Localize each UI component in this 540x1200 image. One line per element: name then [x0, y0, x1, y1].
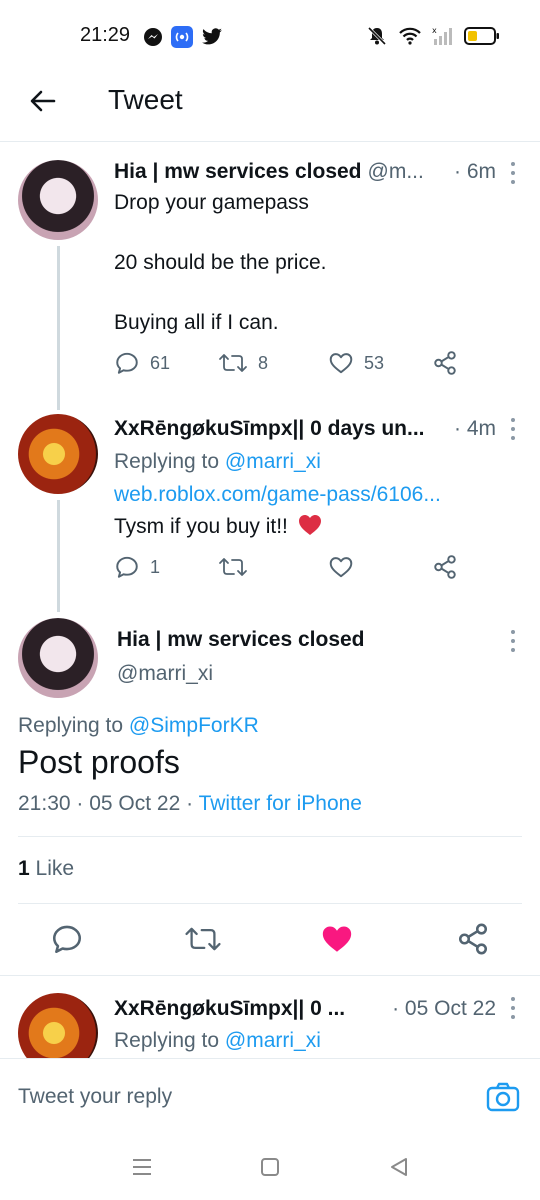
- tweet-header: Hia | mw services closed @m... · 6m: [114, 158, 522, 186]
- main-user-handle[interactable]: @marri_xi: [117, 662, 213, 686]
- back-triangle-icon[interactable]: [386, 1154, 412, 1180]
- like-filled-icon[interactable]: [320, 922, 354, 956]
- display-name[interactable]: XxRēngøkuSīmpx|| 0 ...: [114, 997, 345, 1021]
- red-heart-emoji-icon: [298, 515, 321, 535]
- more-options-icon[interactable]: [510, 630, 516, 652]
- like-icon: [329, 353, 353, 374]
- menu-icon[interactable]: [129, 1154, 155, 1180]
- main-tweet-text: Post proofs: [18, 744, 180, 780]
- like-total-label: Like: [35, 857, 75, 880]
- tweet-actions: 61 8 53: [114, 350, 464, 380]
- svg-text:x: x: [432, 26, 437, 35]
- thread-tweet[interactable]: XxRēngøkuSīmpx|| 0 days un... · 4m Reply…: [0, 410, 540, 600]
- main-tweet-actions: [0, 918, 540, 962]
- avatar[interactable]: [18, 993, 98, 1058]
- retweet-button[interactable]: 8: [218, 350, 268, 376]
- reply-icon: [116, 556, 138, 578]
- display-name[interactable]: Hia | mw services closed: [114, 160, 362, 184]
- reply-input[interactable]: Tweet your reply: [18, 1085, 172, 1109]
- status-time: 21:29: [80, 24, 131, 46]
- twitter-bird-icon: [202, 28, 222, 45]
- replying-label: Replying to: [114, 450, 220, 473]
- display-name[interactable]: XxRēngøkuSīmpx|| 0 days un...: [114, 417, 425, 441]
- main-display-name[interactable]: Hia | mw services closed: [117, 628, 365, 652]
- tweet-timestamp: 21:30 · 05 Oct 22 ·: [18, 792, 194, 815]
- retweet-button[interactable]: [218, 554, 248, 580]
- like-count: 53: [364, 352, 385, 373]
- status-bar: 21:29 x: [0, 0, 540, 70]
- more-options-icon[interactable]: [510, 162, 516, 184]
- back-arrow-icon[interactable]: [26, 84, 60, 118]
- share-icon: [434, 351, 456, 375]
- home-square-icon[interactable]: [257, 1154, 283, 1180]
- more-options-icon[interactable]: [510, 997, 516, 1019]
- tweet-time: · 05 Oct 22: [392, 997, 496, 1020]
- tweet-text-content: Tysm if you buy it!!: [114, 515, 288, 538]
- replying-to-handle[interactable]: @SimpForKR: [129, 714, 259, 737]
- tweet-header: XxRēngøkuSīmpx|| 0 ... · 05 Oct 22: [114, 995, 522, 1023]
- battery-low-icon: [464, 27, 499, 45]
- mute-bell-icon: [367, 26, 387, 46]
- camera-icon[interactable]: [486, 1081, 520, 1113]
- status-right-icons: x: [366, 25, 500, 47]
- reply-button[interactable]: 61: [114, 350, 170, 376]
- section-divider: [0, 975, 540, 976]
- reply-count: 1: [150, 556, 161, 577]
- avatar[interactable]: [18, 414, 98, 494]
- retweet-icon: [219, 558, 247, 576]
- replying-to: Replying to @marri_xi: [114, 1029, 321, 1053]
- like-icon: [329, 557, 353, 578]
- divider: [18, 836, 522, 837]
- main-replying-to: Replying to @SimpForKR: [18, 714, 259, 738]
- system-nav-bar: [0, 1126, 540, 1200]
- replying-to: Replying to @marri_xi: [114, 450, 321, 474]
- radio-app-icon: [171, 26, 193, 48]
- tweet-source-link[interactable]: Twitter for iPhone: [199, 792, 362, 815]
- tweet-actions: 1: [114, 554, 464, 584]
- share-icon: [434, 555, 456, 579]
- share-button[interactable]: [432, 350, 458, 376]
- status-left-icons: [143, 26, 223, 48]
- reply-compose-bar[interactable]: Tweet your reply: [0, 1058, 540, 1126]
- main-avatar[interactable]: [18, 618, 98, 698]
- tweet-header: XxRēngøkuSīmpx|| 0 days un... · 4m: [114, 415, 522, 443]
- tweet-text-line: 20 should be the price.: [114, 251, 327, 274]
- tweet-text: Tysm if you buy it!!: [114, 512, 522, 542]
- reply-count: 61: [150, 352, 171, 373]
- user-handle[interactable]: @m...: [368, 160, 424, 184]
- tweet-text-line: Buying all if I can.: [114, 311, 279, 334]
- like-button[interactable]: [328, 554, 354, 580]
- likes-summary[interactable]: 1 Like: [18, 857, 74, 881]
- replying-label: Replying to: [18, 714, 124, 737]
- retweet-icon[interactable]: [184, 922, 222, 956]
- tweet-text-line: Drop your gamepass: [114, 191, 309, 214]
- retweet-icon: [219, 354, 247, 372]
- reply-button[interactable]: 1: [114, 554, 160, 580]
- like-button[interactable]: 53: [328, 350, 384, 376]
- top-app-bar: Tweet: [0, 70, 540, 142]
- more-options-icon[interactable]: [510, 418, 516, 440]
- replying-to-handle[interactable]: @marri_xi: [225, 450, 321, 473]
- replying-to-handle[interactable]: @marri_xi: [225, 1029, 321, 1052]
- signal-icon: x: [432, 26, 452, 45]
- divider: [18, 903, 522, 904]
- avatar[interactable]: [18, 160, 98, 240]
- retweet-count: 8: [258, 352, 269, 373]
- tweet-link[interactable]: web.roblox.com/game-pass/6106...: [114, 480, 522, 510]
- like-total: 1: [18, 857, 30, 880]
- page-title: Tweet: [108, 84, 183, 115]
- main-tweet-meta: 21:30 · 05 Oct 22 · Twitter for iPhone: [18, 792, 362, 816]
- thread-tweet[interactable]: Hia | mw services closed @m... · 6m Drop…: [0, 150, 540, 400]
- reply-icon[interactable]: [50, 922, 84, 956]
- reply-tweet[interactable]: XxRēngøkuSīmpx|| 0 ... · 05 Oct 22 Reply…: [0, 985, 540, 1058]
- reply-icon: [116, 352, 138, 374]
- replying-label: Replying to: [114, 1029, 220, 1052]
- messenger-icon: [144, 28, 162, 46]
- share-icon[interactable]: [456, 922, 490, 956]
- wifi-icon: [399, 27, 421, 45]
- share-button[interactable]: [432, 554, 458, 580]
